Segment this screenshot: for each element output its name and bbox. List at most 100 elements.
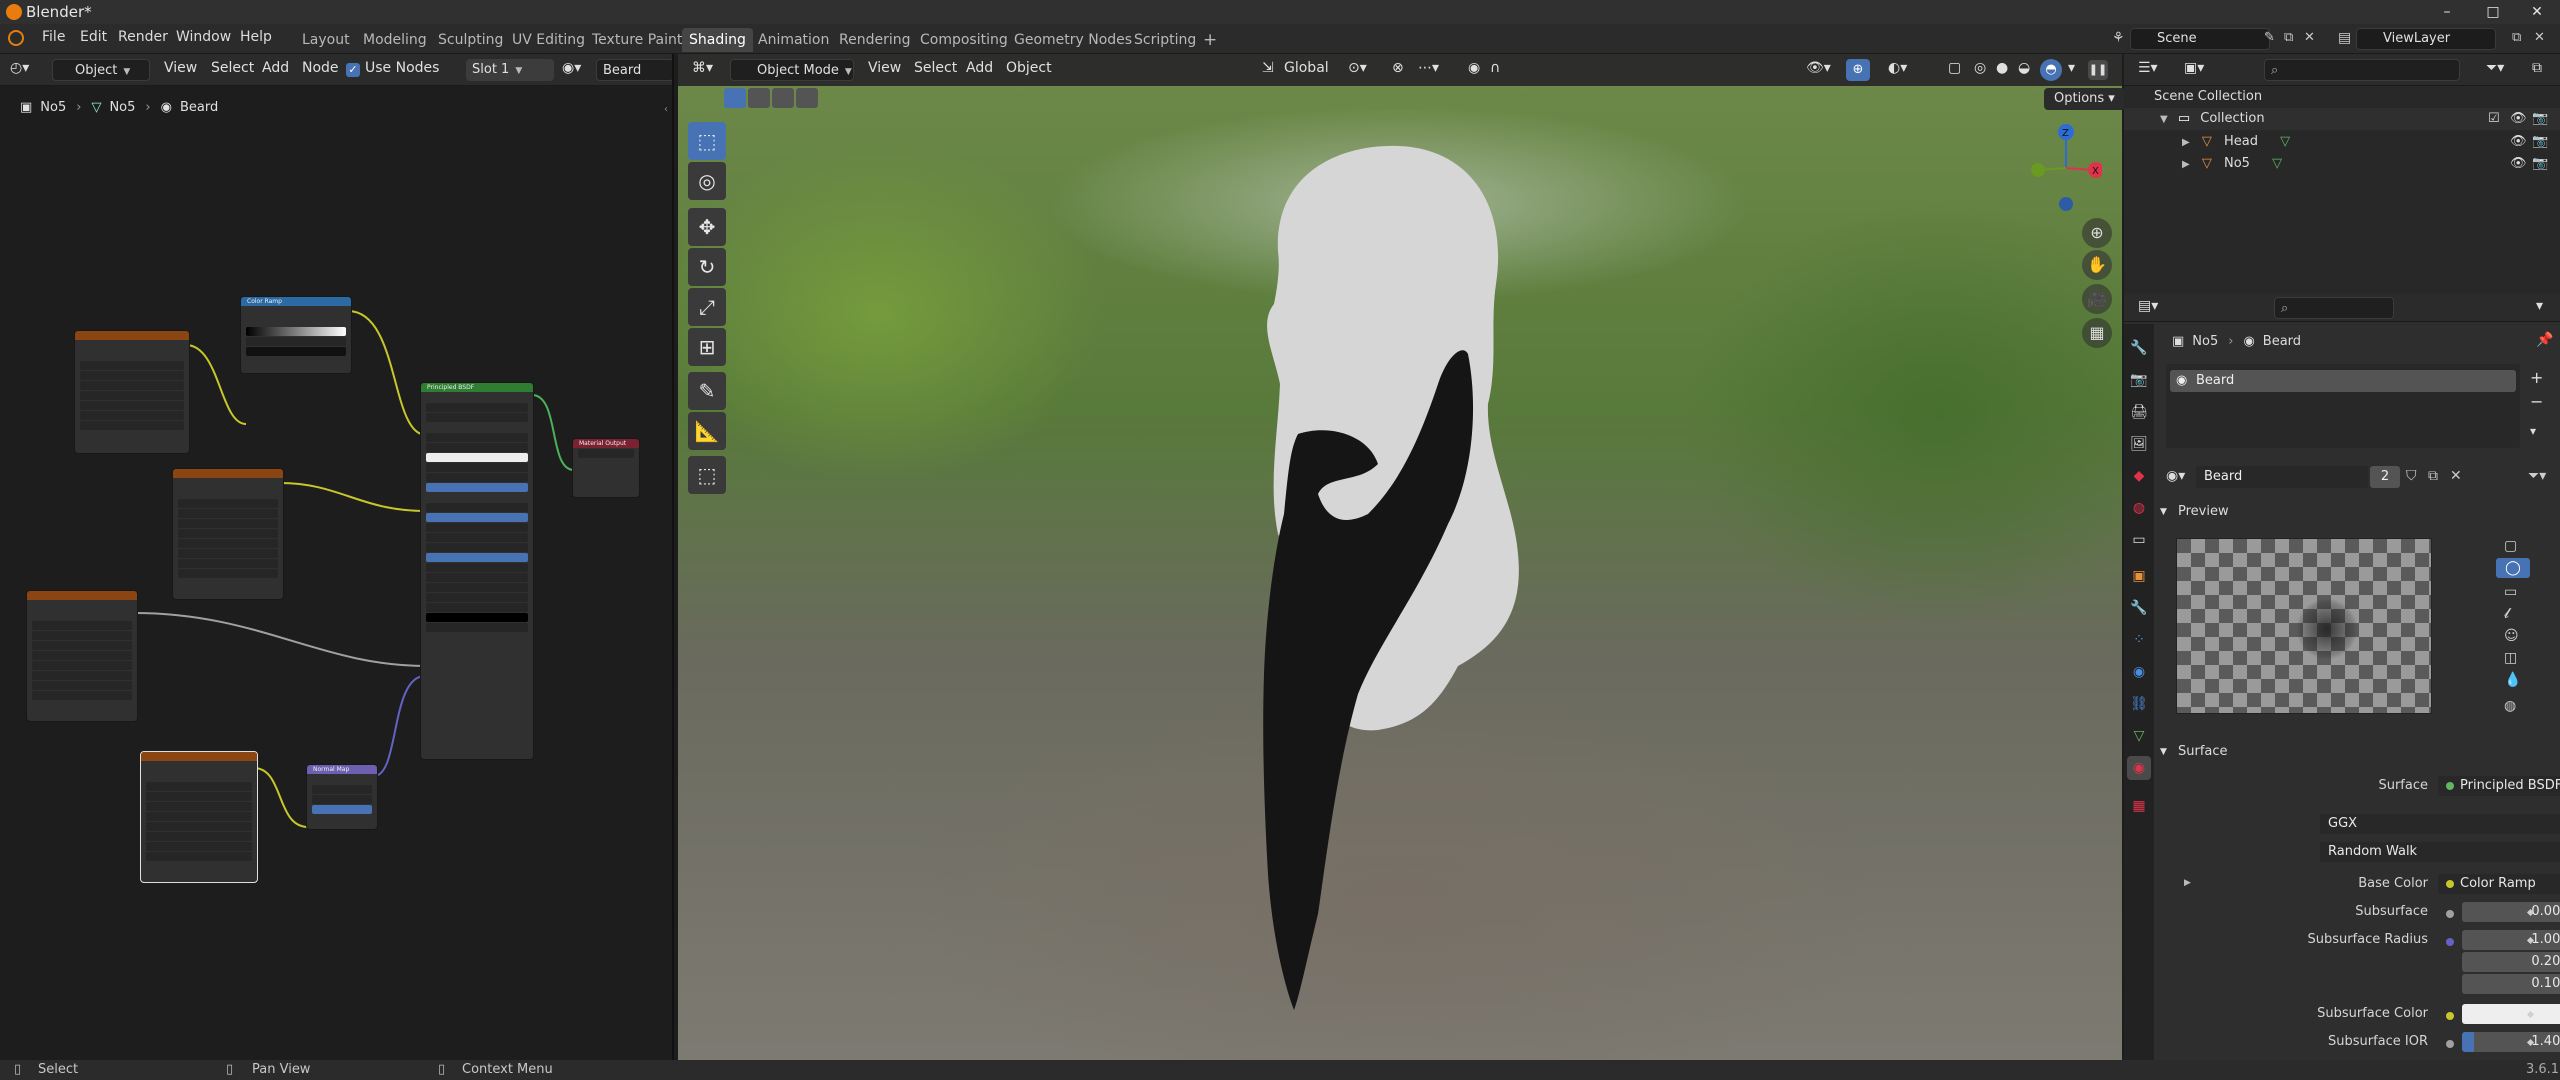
scene-selector[interactable]: Scene bbox=[2130, 28, 2270, 50]
visibility-icon[interactable]: 👁▾ bbox=[1806, 60, 1831, 76]
tab-constraints[interactable]: ⛓ bbox=[2127, 692, 2151, 716]
outliner-search-input[interactable]: ⌕ bbox=[2264, 59, 2460, 81]
expand-icon[interactable]: ▶ bbox=[2182, 159, 2190, 170]
outliner-editor-icon[interactable]: ☰▾ bbox=[2138, 60, 2158, 76]
proportional-edit-icon[interactable]: ◉ bbox=[1468, 60, 1480, 76]
camera-view-icon[interactable]: 🎥 bbox=[2082, 284, 2112, 314]
menu-help[interactable]: Help bbox=[240, 29, 272, 45]
minimize-button[interactable]: – bbox=[2424, 0, 2470, 24]
options-dropdown[interactable]: Options ▾ bbox=[2044, 88, 2125, 110]
subsurface-color-swatch[interactable] bbox=[2462, 1004, 2560, 1024]
image-texture-node-alpha[interactable] bbox=[26, 590, 138, 722]
overlays-icon[interactable]: ◐▾ bbox=[1888, 60, 1907, 76]
browse-material-icon[interactable]: ◉▾ bbox=[2166, 468, 2185, 484]
select-subtract-icon[interactable] bbox=[772, 88, 794, 108]
material-slot-item[interactable]: ◉ Beard bbox=[2170, 370, 2516, 392]
new-scene-icon[interactable]: ⧉ bbox=[2284, 30, 2293, 45]
tab-object[interactable]: ▣ bbox=[2127, 564, 2151, 588]
render-camera-icon[interactable]: 📷 bbox=[2532, 131, 2548, 153]
subsurface-radius-x[interactable]: 1.000 bbox=[2462, 930, 2560, 950]
preview-hair-icon[interactable]: 𝓵 bbox=[2504, 606, 2509, 622]
tab-data[interactable]: ▽ bbox=[2127, 724, 2151, 748]
navigation-gizmo[interactable]: Z X bbox=[2022, 118, 2102, 218]
move-tool[interactable]: ✥ bbox=[688, 208, 726, 246]
close-button[interactable]: ✕ bbox=[2514, 0, 2560, 24]
cursor-tool[interactable]: ◎ bbox=[688, 162, 726, 200]
tab-scene[interactable]: ◆ bbox=[2127, 464, 2151, 488]
render-camera-icon[interactable]: 📷 bbox=[2532, 108, 2548, 130]
expand-base-color-icon[interactable]: ▶ bbox=[2184, 878, 2191, 888]
viewport-menu-select[interactable]: Select bbox=[914, 60, 957, 76]
image-texture-node-color[interactable] bbox=[74, 330, 190, 454]
distribution-dropdown[interactable]: GGX▼ bbox=[2320, 814, 2560, 834]
collection-checkbox[interactable]: ☑ bbox=[2488, 108, 2500, 130]
sidebar-toggle-icon[interactable]: ‹ bbox=[664, 104, 668, 115]
surface-shader-dropdown[interactable]: Principled BSDF bbox=[2438, 776, 2560, 796]
tab-layout[interactable]: Layout bbox=[295, 28, 357, 52]
material-slot-list[interactable]: ◉ Beard bbox=[2166, 364, 2520, 448]
visibility-eye-icon[interactable]: 👁 bbox=[2510, 108, 2527, 130]
preview-cloth-icon[interactable]: ◫ bbox=[2504, 650, 2517, 666]
menu-file[interactable]: File bbox=[42, 29, 65, 45]
tab-rendering[interactable]: Rendering bbox=[832, 28, 918, 52]
tab-texture-paint[interactable]: Texture Paint bbox=[585, 28, 689, 52]
slot-specials-icon[interactable]: ▾ bbox=[2530, 424, 2536, 438]
preview-sphere-icon[interactable]: ◯ bbox=[2496, 558, 2530, 578]
viewport-menu-object[interactable]: Object bbox=[1006, 60, 1052, 76]
viewport-menu-add[interactable]: Add bbox=[966, 60, 993, 76]
pin-icon[interactable]: 📌 bbox=[2536, 332, 2553, 348]
image-texture-node-normal[interactable] bbox=[140, 751, 258, 883]
tab-world[interactable]: ◍ bbox=[2127, 496, 2151, 520]
preview-world-icon[interactable]: ◍ bbox=[2504, 698, 2516, 714]
fake-user-icon[interactable]: ⛉ bbox=[2406, 468, 2417, 484]
collapse-icon[interactable]: ▼ bbox=[2160, 114, 2168, 125]
tab-scripting[interactable]: Scripting bbox=[1127, 28, 1203, 52]
blender-menu-icon[interactable] bbox=[8, 30, 24, 46]
new-collection-icon[interactable]: ⧉ bbox=[2532, 60, 2542, 76]
preview-fluid-icon[interactable]: 💧 bbox=[2504, 672, 2521, 688]
annotate-tool[interactable]: ✎ bbox=[688, 372, 726, 410]
tab-texture[interactable]: ▦ bbox=[2127, 794, 2151, 818]
scale-tool[interactable]: ⤢ bbox=[688, 288, 726, 326]
delete-scene-icon[interactable]: ✕ bbox=[2304, 30, 2315, 45]
rotate-tool[interactable]: ↻ bbox=[688, 248, 726, 286]
outliner[interactable]: ☰▾ ▣▾ ⌕ ⏷▾ ⧉ Scene Collection ▼ ▭ Collec… bbox=[2124, 54, 2560, 294]
add-workspace-button[interactable]: + bbox=[1196, 28, 1224, 52]
link-dropdown-icon[interactable]: ⏷▾ bbox=[2528, 468, 2546, 484]
material-name-input[interactable]: Beard bbox=[2196, 466, 2368, 488]
select-invert-icon[interactable] bbox=[796, 88, 818, 108]
normal-map-node[interactable]: Normal Map bbox=[306, 764, 378, 830]
shading-options-icon[interactable]: ▾ bbox=[2068, 60, 2075, 76]
shading-wireframe-icon[interactable]: ◎ bbox=[1974, 60, 1986, 76]
tab-sculpting[interactable]: Sculpting bbox=[431, 28, 510, 52]
color-ramp-node[interactable]: Color Ramp bbox=[240, 296, 352, 374]
pause-render-icon[interactable]: ❚❚ bbox=[2088, 60, 2108, 80]
properties-editor-icon[interactable]: ▤▾ bbox=[2138, 298, 2158, 314]
shading-material-icon[interactable]: ◒ bbox=[2018, 60, 2030, 76]
outliner-scene-collection[interactable]: Scene Collection bbox=[2124, 86, 2560, 108]
select-new-icon[interactable] bbox=[724, 88, 746, 108]
zoom-icon[interactable]: ⊕ bbox=[2082, 218, 2112, 248]
subsurface-value-field[interactable]: 0.000 bbox=[2462, 902, 2560, 922]
viewport-menu-view[interactable]: View bbox=[868, 60, 901, 76]
orientation-dropdown[interactable]: Global bbox=[1284, 60, 1329, 76]
unlink-material-icon[interactable]: ✕ bbox=[2450, 468, 2462, 484]
tab-compositing[interactable]: Compositing bbox=[913, 28, 1015, 52]
visibility-eye-icon[interactable]: 👁 bbox=[2510, 131, 2527, 153]
snap-icon[interactable]: ⊗ bbox=[1392, 60, 1404, 76]
menu-edit[interactable]: Edit bbox=[80, 29, 107, 45]
tab-physics[interactable]: ◉ bbox=[2127, 660, 2151, 684]
pin-scene-icon[interactable]: ✎ bbox=[2264, 30, 2275, 45]
surface-panel-header[interactable]: ▼ Surface bbox=[2156, 740, 2554, 764]
measure-tool[interactable]: 📐 bbox=[688, 412, 726, 450]
new-view-layer-icon[interactable]: ⧉ bbox=[2512, 30, 2521, 45]
mode-dropdown[interactable]: Object Mode ▼ bbox=[730, 59, 854, 81]
menu-window[interactable]: Window bbox=[176, 29, 231, 45]
tab-uv-editing[interactable]: UV Editing bbox=[505, 28, 592, 52]
select-extend-icon[interactable] bbox=[748, 88, 770, 108]
tab-view-layer[interactable]: 🖼 bbox=[2127, 432, 2151, 456]
tab-modifiers[interactable]: 🔧 bbox=[2127, 596, 2151, 620]
tab-material[interactable]: ◉ bbox=[2127, 756, 2151, 780]
subsurface-radius-z[interactable]: 0.100 bbox=[2462, 974, 2560, 994]
image-texture-node-specular[interactable] bbox=[172, 468, 284, 600]
